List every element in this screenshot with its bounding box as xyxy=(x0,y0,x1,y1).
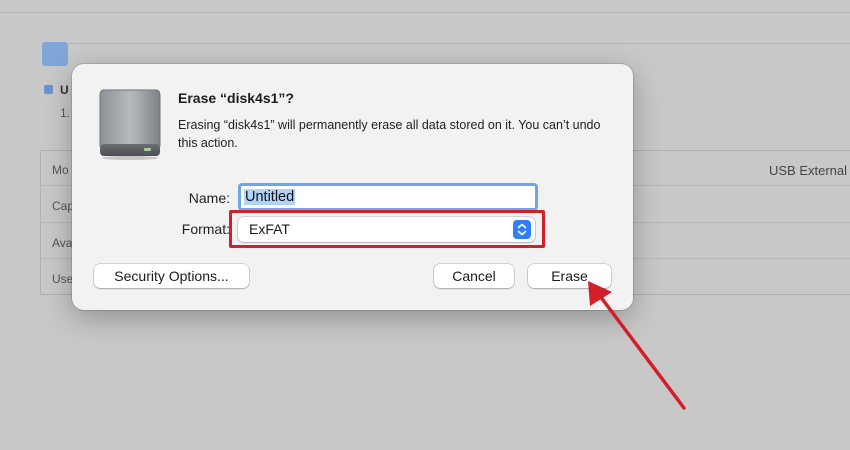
erase-button[interactable]: Erase xyxy=(528,264,611,288)
legend-swatch xyxy=(44,85,53,94)
usage-bar xyxy=(42,42,68,66)
volume-size: 1. xyxy=(60,106,71,120)
info-label-model: Mo xyxy=(52,163,69,177)
name-label: Name: xyxy=(188,190,230,206)
dialog-title: Erase “disk4s1”? xyxy=(178,90,294,106)
cancel-button[interactable]: Cancel xyxy=(434,264,514,288)
erase-dialog: Erase “disk4s1”? Erasing “disk4s1” will … xyxy=(72,64,633,310)
security-options-button[interactable]: Security Options... xyxy=(94,264,249,288)
format-label: Format: xyxy=(181,221,230,237)
external-drive-icon xyxy=(99,89,161,160)
connection-value: USB External xyxy=(769,163,848,178)
format-highlight-box xyxy=(229,210,545,248)
bg-divider xyxy=(0,12,850,13)
name-field-value[interactable]: Untitled xyxy=(244,189,296,205)
volume-name: U xyxy=(60,83,69,97)
info-label-available: Ava xyxy=(52,236,73,250)
info-label-used: Use xyxy=(52,272,74,286)
info-label-capacity: Cap xyxy=(52,199,75,213)
name-field[interactable]: Untitled xyxy=(238,183,538,211)
dialog-message: Erasing “disk4s1” will permanently erase… xyxy=(178,118,601,150)
usage-bar-track xyxy=(68,43,850,44)
